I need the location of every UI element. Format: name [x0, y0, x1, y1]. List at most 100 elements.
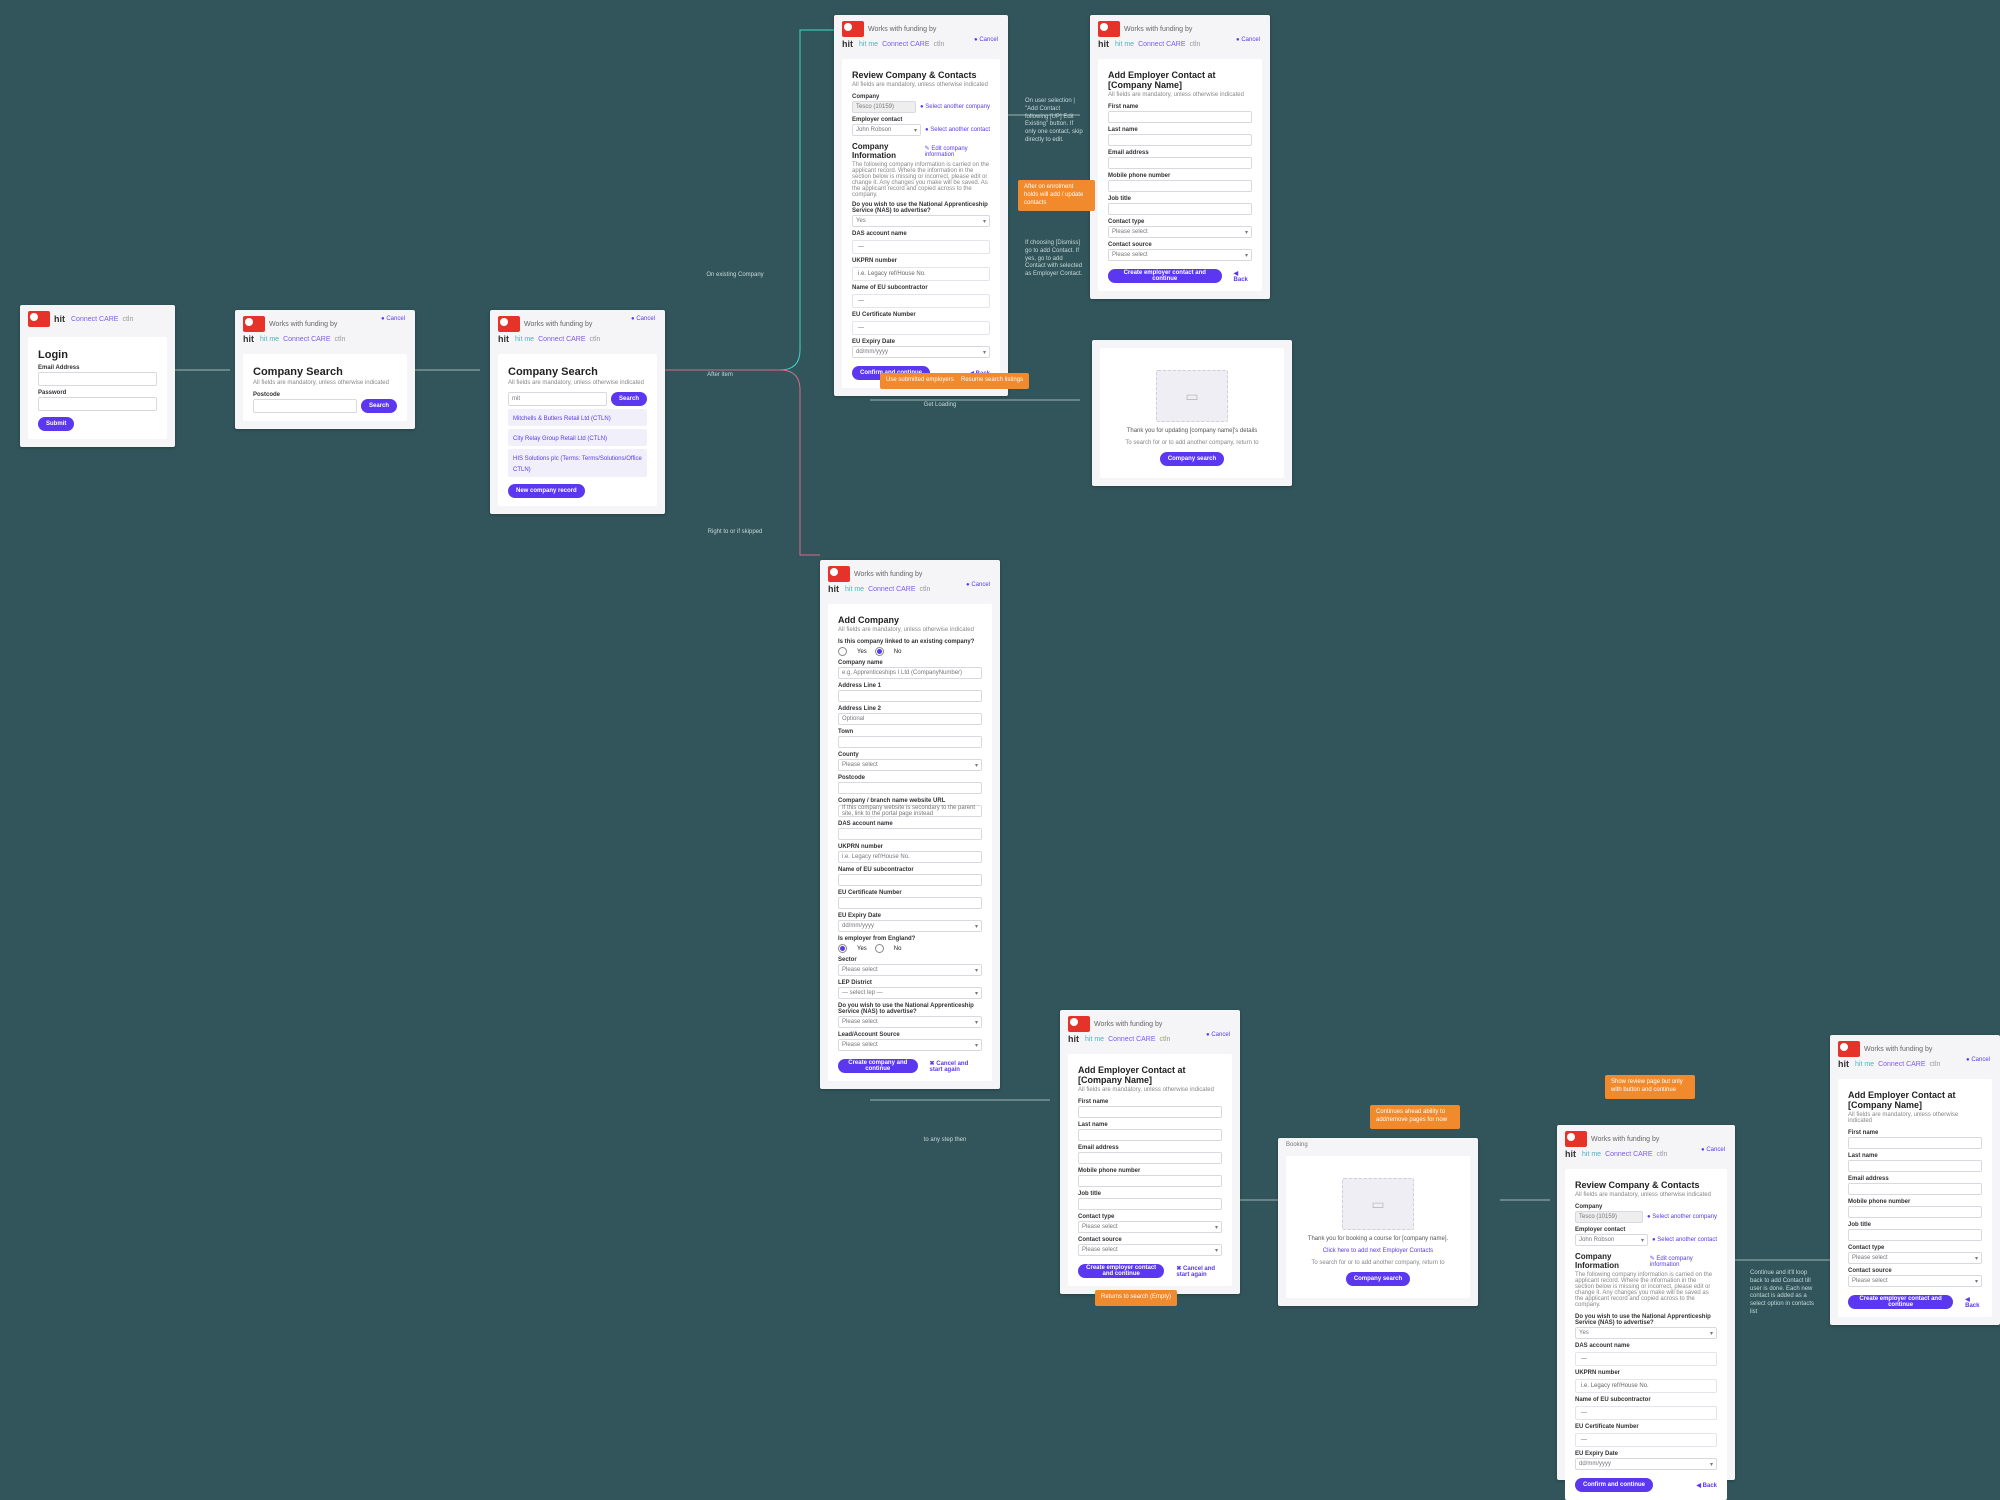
contact-type-select[interactable]: Please select	[1108, 226, 1252, 238]
jobtitle-field[interactable]	[1108, 203, 1252, 215]
company-search-button[interactable]: Company search	[1346, 1272, 1410, 1286]
create-contact-button[interactable]: Create employer contact and continue	[1848, 1295, 1953, 1309]
edit-company-link[interactable]: ✎ Edit company information	[1650, 1255, 1717, 1268]
contact-source-select[interactable]: Please select	[1848, 1275, 1982, 1287]
back-button[interactable]: ◀ Back	[1696, 1482, 1717, 1489]
sector-select[interactable]: Please select	[838, 964, 982, 976]
ukprn-field[interactable]: i.e. Legacy ref/House No.	[838, 851, 982, 863]
brand-row: hit Connect CARE ctln	[20, 305, 175, 329]
brand-logo-icon	[1565, 1131, 1587, 1147]
login-title: Login	[38, 349, 157, 361]
select-other-contact-link[interactable]: ● Select another contact	[1652, 1237, 1717, 1243]
contact-type-select[interactable]: Please select	[1078, 1221, 1222, 1233]
cancel-link[interactable]: ● Cancel	[1206, 1032, 1230, 1038]
frame-review-company: ● Cancel Works with funding by hithit me…	[834, 15, 1008, 396]
email-field[interactable]	[38, 372, 157, 386]
nas-select[interactable]: Yes	[1575, 1327, 1717, 1339]
annotation: Use submitted employers	[880, 373, 960, 389]
radio-no-icon[interactable]	[875, 944, 884, 953]
search-button[interactable]: Search	[361, 399, 397, 413]
mobile-field[interactable]	[1078, 1175, 1222, 1187]
frame-add-contact-3: ● Cancel Works with funding by hithit me…	[1830, 1035, 2000, 1325]
cancel-link[interactable]: ● Cancel	[1701, 1147, 1725, 1153]
brand-logo-icon	[1068, 1016, 1090, 1032]
cancel-link[interactable]: ● Cancel	[1236, 37, 1260, 43]
annotation: Returns to search (Empty)	[1095, 1290, 1177, 1306]
date-select[interactable]: dd/mm/yyyy	[852, 346, 990, 358]
mobile-field[interactable]	[1848, 1206, 1982, 1218]
cancel-button[interactable]: ✖ Cancel and start again	[930, 1060, 982, 1073]
search-result[interactable]: City Relay Group Retail Ltd (CTLN)	[508, 429, 647, 446]
jobtitle-field[interactable]	[1078, 1198, 1222, 1210]
contact-source-select[interactable]: Please select	[1078, 1244, 1222, 1256]
postcode-field[interactable]	[838, 782, 982, 794]
cancel-link[interactable]: ● Cancel	[966, 582, 990, 588]
eu-num-field[interactable]	[838, 897, 982, 909]
brand-logo-icon	[842, 21, 864, 37]
cancel-button[interactable]: ✖ Cancel and start again	[1176, 1265, 1222, 1278]
email-field[interactable]	[1108, 157, 1252, 169]
edge-label: Get Loading	[924, 402, 957, 408]
company-name-field[interactable]: e.g. Apprenticeships I Ltd (CompanyNumbe…	[838, 667, 982, 679]
create-company-button[interactable]: Create company and continue	[838, 1059, 918, 1073]
password-field[interactable]	[38, 397, 157, 411]
search-result[interactable]: HIS Solutions plc (Terms: Terms/Solution…	[508, 449, 647, 477]
cancel-link[interactable]: ● Cancel	[381, 316, 405, 322]
lep-select[interactable]: — select lep —	[838, 987, 982, 999]
date-select[interactable]: dd/mm/yyyy	[1575, 1458, 1717, 1470]
radio-no-icon[interactable]	[875, 647, 884, 656]
cancel-link[interactable]: ● Cancel	[631, 316, 655, 322]
company-search-button[interactable]: Company search	[1160, 452, 1224, 466]
create-contact-button[interactable]: Create employer contact and continue	[1078, 1264, 1164, 1278]
annotation: Continues ahead ability to add/remove pa…	[1370, 1105, 1460, 1129]
submit-button[interactable]: Submit	[38, 417, 74, 431]
last-name-field[interactable]	[1848, 1160, 1982, 1172]
frame-thankyou: ▭ Thank you for updating [company name]'…	[1092, 340, 1292, 486]
select-other-contact-link[interactable]: ● Select another contact	[925, 127, 990, 133]
search-button[interactable]: Search	[611, 392, 647, 406]
select-other-company-link[interactable]: ● Select another company	[1647, 1214, 1717, 1220]
contact-type-select[interactable]: Please select	[1848, 1252, 1982, 1264]
last-name-field[interactable]	[1108, 134, 1252, 146]
eu-sub-field[interactable]	[838, 874, 982, 886]
county-select[interactable]: Please select	[838, 759, 982, 771]
address1-field[interactable]	[838, 690, 982, 702]
address2-field[interactable]: Optional	[838, 713, 982, 725]
first-name-field[interactable]	[1108, 111, 1252, 123]
mobile-field[interactable]	[1108, 180, 1252, 192]
town-field[interactable]	[838, 736, 982, 748]
radio-yes-icon[interactable]	[838, 647, 847, 656]
contact-source-select[interactable]: Please select	[1108, 249, 1252, 261]
linked-radio-group[interactable]: Yes No	[838, 647, 982, 656]
add-contacts-link[interactable]: Click here to add next Employer Contacts	[1323, 1248, 1433, 1254]
das-field[interactable]	[838, 828, 982, 840]
last-name-field[interactable]	[1078, 1129, 1222, 1141]
back-button[interactable]: ◀ Back	[1234, 270, 1252, 283]
first-name-field[interactable]	[1848, 1137, 1982, 1149]
search-result[interactable]: Mitchells & Butlers Retail Ltd (CTLN)	[508, 409, 647, 426]
create-contact-button[interactable]: Create employer contact and continue	[1108, 269, 1222, 283]
radio-yes-icon[interactable]	[838, 944, 847, 953]
eu-date-field[interactable]: dd/mm/yyyy	[838, 920, 982, 932]
nas-select[interactable]: Please select	[838, 1016, 982, 1028]
email-field[interactable]	[1078, 1152, 1222, 1164]
back-button[interactable]: ◀ Back	[1965, 1296, 1982, 1309]
employer-contact-select[interactable]: John Robson	[1575, 1234, 1648, 1246]
nas-select[interactable]: Yes	[852, 215, 990, 227]
cancel-link[interactable]: ● Cancel	[1966, 1057, 1990, 1063]
england-radio-group[interactable]: Yes No	[838, 944, 982, 953]
select-other-company-link[interactable]: ● Select another company	[920, 104, 990, 110]
cancel-link[interactable]: ● Cancel	[974, 37, 998, 43]
employer-contact-select[interactable]: John Robson	[852, 124, 921, 136]
edit-company-link[interactable]: ✎ Edit company information	[925, 145, 990, 158]
email-field[interactable]	[1848, 1183, 1982, 1195]
title-prefix: Booking	[1278, 1138, 1478, 1148]
jobtitle-field[interactable]	[1848, 1229, 1982, 1241]
postcode-field[interactable]: mit	[508, 392, 607, 406]
annotation: After on enrolment holds will add / upda…	[1018, 180, 1095, 211]
new-company-button[interactable]: New company record	[508, 484, 585, 498]
url-field[interactable]: If this company website is secondary to …	[838, 805, 982, 817]
first-name-field[interactable]	[1078, 1106, 1222, 1118]
lead-select[interactable]: Please select	[838, 1039, 982, 1051]
postcode-field[interactable]	[253, 399, 357, 413]
